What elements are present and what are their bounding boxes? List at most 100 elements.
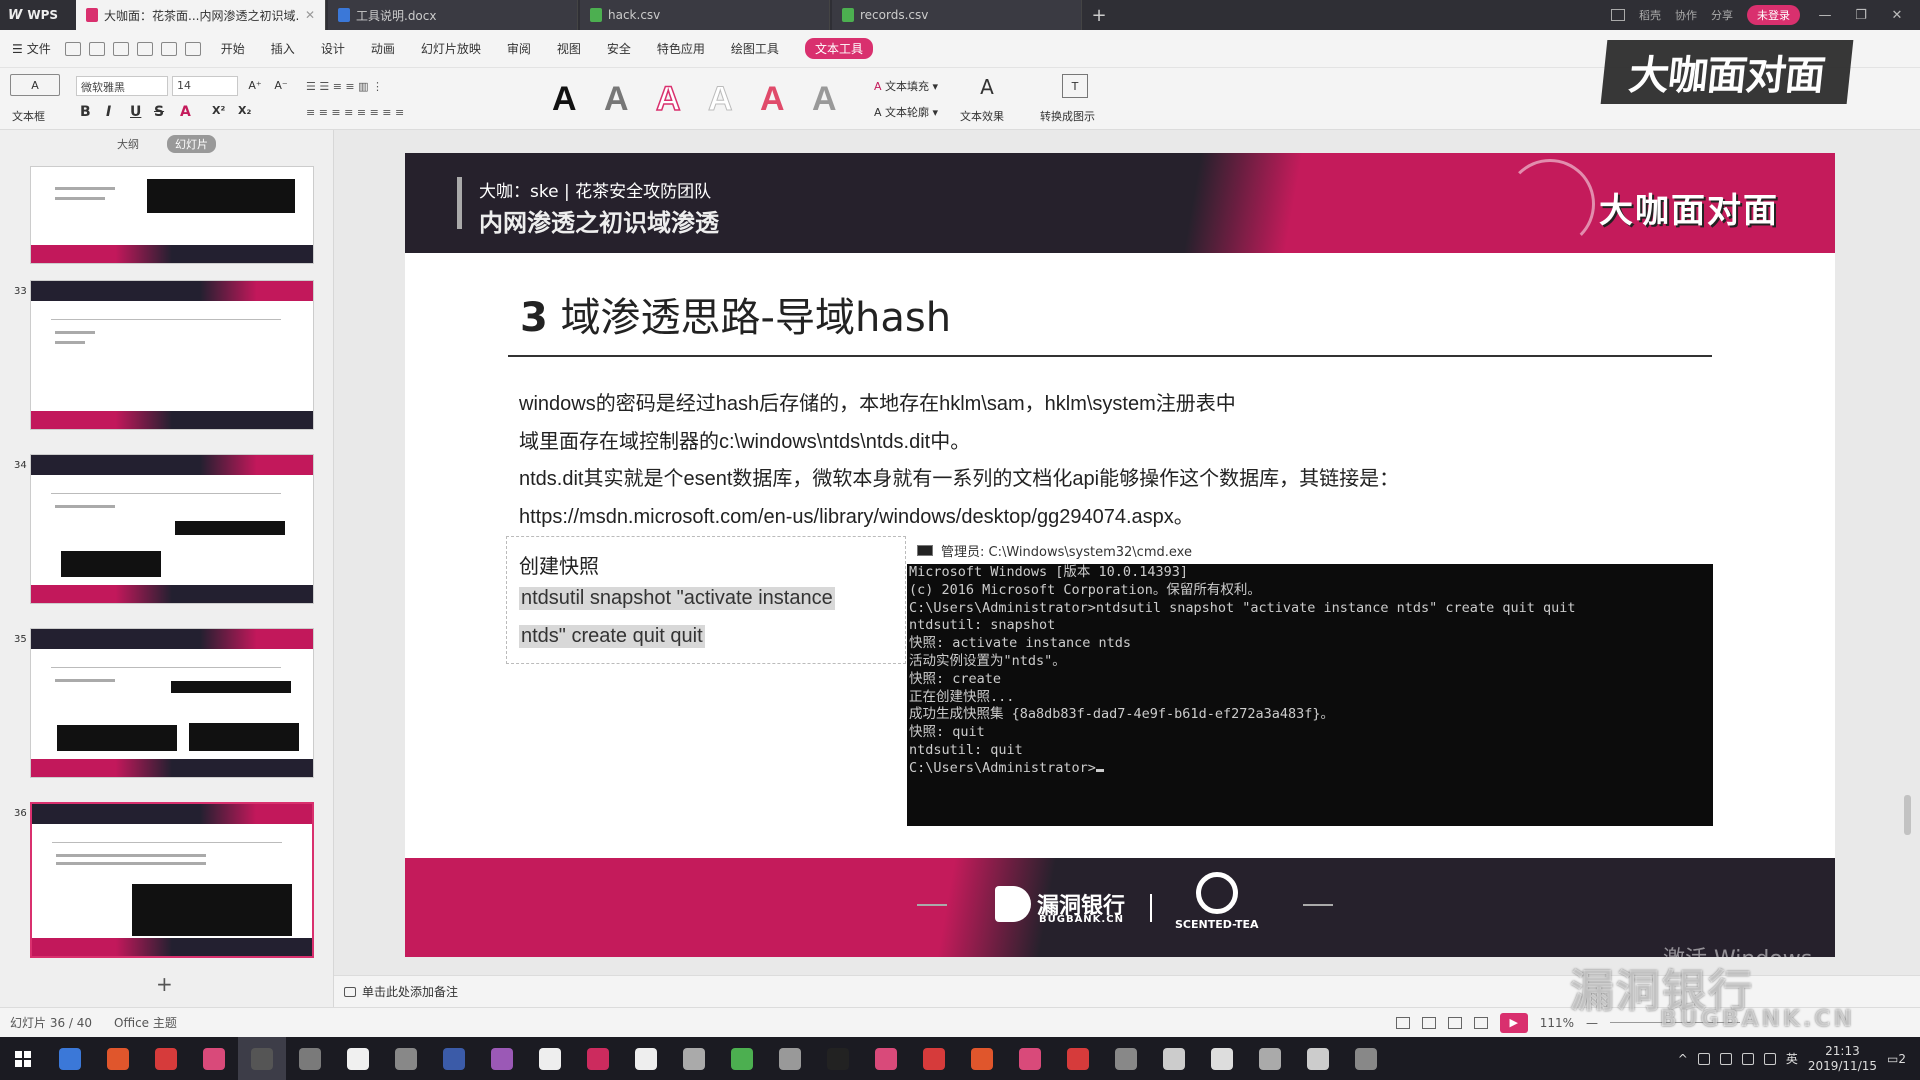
text-style-outline-gray[interactable]: A xyxy=(708,80,734,119)
canvas-scrollbar[interactable] xyxy=(1900,155,1914,975)
slide-thumbnail-current[interactable] xyxy=(30,802,314,958)
taskbar-app-icon[interactable] xyxy=(574,1037,622,1080)
clock[interactable]: 21:13 2019/11/15 xyxy=(1808,1044,1877,1074)
textbox-icon[interactable]: A xyxy=(10,74,60,96)
mic-icon[interactable] xyxy=(1697,1052,1710,1065)
taskbar-app-icon[interactable] xyxy=(190,1037,238,1080)
document-tab[interactable]: hack.csv xyxy=(580,0,830,30)
font-size-select[interactable]: 14 xyxy=(172,76,238,96)
notification-icon[interactable]: ▭2 xyxy=(1887,1052,1906,1066)
text-style-light[interactable]: A xyxy=(812,80,837,119)
reading-view-icon[interactable] xyxy=(1473,1016,1488,1029)
menu-animation[interactable]: 动画 xyxy=(371,40,395,57)
cmd-screenshot-image[interactable]: 管理员: C:\Windows\system32\cmd.exe Microso… xyxy=(907,538,1713,837)
taskbar-app-icon[interactable] xyxy=(718,1037,766,1080)
tab-slides[interactable]: 幻灯片 xyxy=(167,135,216,153)
menu-special-apps[interactable]: 特色应用 xyxy=(657,40,705,57)
redo-icon[interactable] xyxy=(184,41,201,56)
slide-thumbnail[interactable] xyxy=(30,280,314,430)
close-window-icon[interactable]: ✕ xyxy=(1886,8,1908,23)
add-slide-button[interactable]: + xyxy=(156,972,173,996)
textbox-label[interactable]: 文本框 xyxy=(12,108,45,124)
text-style-gray[interactable]: A xyxy=(604,80,629,119)
shrink-font-icon[interactable]: A⁻ xyxy=(272,76,290,94)
file-menu[interactable]: ☰ 文件 xyxy=(12,40,51,57)
text-style-pink[interactable]: A xyxy=(760,80,785,119)
menu-insert[interactable]: 插入 xyxy=(271,40,295,57)
taskbar-app-icon[interactable] xyxy=(46,1037,94,1080)
superscript-button[interactable]: X² xyxy=(212,104,225,117)
battery-icon[interactable] xyxy=(1719,1052,1732,1065)
wps-app-button[interactable]: W WPS xyxy=(0,0,76,30)
subscript-button[interactable]: X₂ xyxy=(238,104,251,117)
tab-outline[interactable]: 大纲 xyxy=(117,136,139,152)
taskbar-app-icon[interactable] xyxy=(958,1037,1006,1080)
minimize-icon[interactable]: — xyxy=(1814,8,1836,23)
document-tab-active[interactable]: 大咖面：花茶面...内网渗透之初识域... ✕ xyxy=(76,0,326,30)
taskbar-app-icon[interactable] xyxy=(142,1037,190,1080)
text-style-black[interactable]: A xyxy=(552,80,577,119)
menu-drawing-tools[interactable]: 绘图工具 xyxy=(731,40,779,57)
notes-placeholder[interactable]: 单击此处添加备注 xyxy=(362,983,458,1000)
snapshot-command-line2[interactable]: ntds" create quit quit xyxy=(519,625,705,648)
snapshot-title[interactable]: 创建快照 xyxy=(519,550,599,579)
taskbar-app-icon[interactable] xyxy=(670,1037,718,1080)
taskbar-app-icon[interactable] xyxy=(622,1037,670,1080)
login-button[interactable]: 未登录 xyxy=(1747,5,1800,25)
share-button[interactable]: 分享 xyxy=(1711,7,1733,23)
undo-icon[interactable] xyxy=(160,41,177,56)
body-link-line[interactable]: https://msdn.microsoft.com/en-us/library… xyxy=(519,500,1194,529)
text-effect-label[interactable]: 文本效果 xyxy=(960,108,1004,124)
tray-expand-icon[interactable]: ^ xyxy=(1678,1052,1688,1066)
body-text-line[interactable]: 域里面存在域控制器的c:\windows\ntds\ntds.dit中。 xyxy=(519,425,970,454)
body-text-line[interactable]: windows的密码是经过hash后存储的，本地存在hklm\sam，hklm\… xyxy=(519,387,1236,416)
save-icon[interactable] xyxy=(64,41,81,56)
taskbar-app-icon[interactable] xyxy=(526,1037,574,1080)
menu-slideshow[interactable]: 幻灯片放映 xyxy=(421,40,481,57)
taskbar-app-icon[interactable] xyxy=(862,1037,910,1080)
grow-font-icon[interactable]: A⁺ xyxy=(246,76,264,94)
current-slide[interactable]: 大咖：ske | 花茶安全攻防团队 内网渗透之初识域渗透 大咖面对面 3 域渗透… xyxy=(405,153,1835,957)
taskbar-app-icon[interactable] xyxy=(1054,1037,1102,1080)
bold-button[interactable]: B xyxy=(80,104,91,120)
document-tab[interactable]: records.csv xyxy=(832,0,1082,30)
text-fill-button[interactable]: A 文本填充 ▾ xyxy=(874,78,938,94)
play-slideshow-button[interactable]: ▶ xyxy=(1499,1012,1528,1033)
scrollbar-thumb[interactable] xyxy=(1904,795,1911,835)
taskbar-app-icon[interactable] xyxy=(1102,1037,1150,1080)
taskbar-app-icon[interactable] xyxy=(334,1037,382,1080)
menu-design[interactable]: 设计 xyxy=(321,40,345,57)
close-tab-icon[interactable]: ✕ xyxy=(305,8,315,22)
taskbar-app-icon[interactable] xyxy=(478,1037,526,1080)
text-style-outline-pink[interactable]: A xyxy=(655,79,681,119)
normal-view-icon[interactable] xyxy=(1421,1016,1436,1029)
taskbar-app-icon[interactable] xyxy=(910,1037,958,1080)
list-buttons[interactable]: ☰ ☰ ≡ ≡ ▥ ⋮ xyxy=(306,76,456,96)
taskbar-app-icon[interactable] xyxy=(1006,1037,1054,1080)
screen-icon[interactable] xyxy=(1611,9,1625,21)
taskbar-app-icon[interactable] xyxy=(766,1037,814,1080)
font-name-select[interactable]: 微软雅黑 xyxy=(76,76,168,96)
print-icon[interactable] xyxy=(112,41,129,56)
start-button[interactable] xyxy=(0,1037,46,1080)
preview-icon[interactable] xyxy=(136,41,153,56)
document-tab[interactable]: 工具说明.docx xyxy=(328,0,578,30)
network-icon[interactable] xyxy=(1741,1052,1754,1065)
taskbar-app-icon[interactable] xyxy=(286,1037,334,1080)
ime-indicator[interactable]: 英 xyxy=(1786,1050,1798,1067)
convert-diagram-label[interactable]: 转换成图示 xyxy=(1040,108,1095,124)
taskbar-app-icon[interactable] xyxy=(94,1037,142,1080)
strike-button[interactable]: S xyxy=(154,104,164,120)
text-outline-button[interactable]: A 文本轮廓 ▾ xyxy=(874,104,938,120)
taskbar-app-icon[interactable] xyxy=(238,1037,286,1080)
menu-security[interactable]: 安全 xyxy=(607,40,631,57)
collab-button[interactable]: 协作 xyxy=(1675,7,1697,23)
menu-view[interactable]: 视图 xyxy=(557,40,581,57)
text-effect-icon[interactable]: A xyxy=(972,74,1002,100)
align-buttons[interactable]: ≡ ≡ ≡ ≡ ≡ ≡ ≡ ≡ xyxy=(306,102,506,122)
slide-thumbnail[interactable] xyxy=(30,166,314,264)
taskbar-app-icon[interactable] xyxy=(382,1037,430,1080)
taskbar-app-icon[interactable] xyxy=(1198,1037,1246,1080)
slide-thumbnail[interactable] xyxy=(30,628,314,778)
export-icon[interactable] xyxy=(88,41,105,56)
